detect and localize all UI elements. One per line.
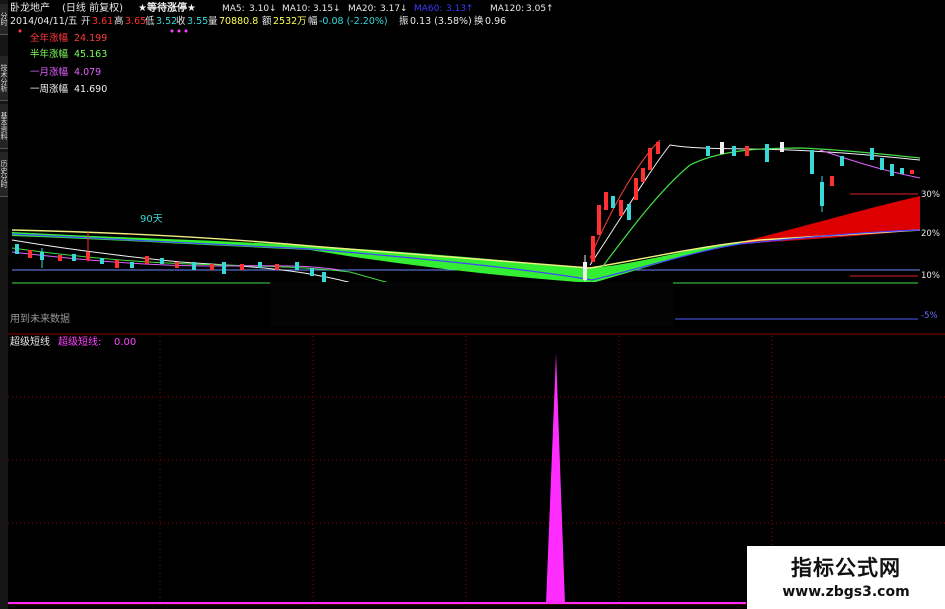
svg-text:低: 低	[145, 15, 155, 27]
svg-text:4.079: 4.079	[74, 67, 101, 78]
svg-text:3.10↓: 3.10↓	[249, 4, 277, 14]
svg-text:半年涨幅: 半年涨幅	[30, 48, 69, 60]
svg-text:额: 额	[262, 15, 272, 27]
svg-text:3.61: 3.61	[92, 16, 113, 27]
pct-30-label: 30%	[921, 190, 940, 200]
svg-text:45.163: 45.163	[74, 49, 107, 60]
indicator-title: ★等待涨停★	[138, 1, 196, 14]
svg-text:0.13 (3.58%): 0.13 (3.58%)	[410, 16, 472, 27]
svg-text:一月涨幅: 一月涨幅	[30, 66, 69, 78]
ma-ribbon-red	[740, 196, 920, 244]
stock-name: 卧龙地产	[10, 1, 50, 14]
mask-bottom-middle	[270, 282, 673, 326]
svg-text:0.96: 0.96	[485, 16, 506, 27]
return-legend: 全年涨幅 24.199 半年涨幅 45.163 一月涨幅 4.079 一周涨幅 …	[30, 32, 107, 95]
lower-panel-value: 0.00	[114, 337, 136, 348]
lower-panel-series-label: 超级短线:	[58, 335, 101, 348]
svg-text:3.55: 3.55	[187, 16, 208, 27]
pct-neg-label: -5%	[921, 311, 938, 321]
watermark-url: www.zbgs3.com	[782, 584, 910, 600]
watermark: 指标公式网 www.zbgs3.com	[747, 546, 945, 609]
ma-readouts: MA5: 3.10↓ MA10: 3.15↓ MA20: 3.17↓ MA60:…	[222, 4, 554, 14]
svg-text:MA10:: MA10:	[282, 4, 310, 14]
svg-text:幅: 幅	[308, 15, 318, 27]
svg-text:振: 振	[399, 15, 409, 27]
svg-text:-0.08 (-2.20%): -0.08 (-2.20%)	[319, 16, 388, 27]
svg-text:全年涨幅: 全年涨幅	[30, 32, 69, 44]
svg-text:2014/04/11/五: 2014/04/11/五	[10, 16, 77, 27]
watermark-title: 指标公式网	[791, 556, 901, 580]
svg-text:3.13↑: 3.13↑	[446, 4, 474, 14]
ma-line-white-right	[589, 144, 921, 266]
period-label: (日线 前复权)	[62, 1, 123, 14]
svg-text:2532万: 2532万	[273, 16, 307, 27]
pct-20-label: 20%	[921, 229, 940, 239]
svg-text:41.690: 41.690	[74, 84, 107, 95]
svg-text:高: 高	[114, 15, 124, 27]
svg-text:MA120:: MA120:	[490, 4, 524, 14]
quote-line: 2014/04/11/五 开 3.61 高 3.65 低 3.52 收 3.55…	[10, 15, 506, 27]
kline-chart[interactable]: 卧龙地产 (日线 前复权) ★等待涨停★ MA5: 3.10↓ MA10: 3.…	[0, 0, 945, 609]
svg-text:24.199: 24.199	[74, 33, 107, 44]
svg-text:一周涨幅: 一周涨幅	[30, 83, 69, 95]
mask-top-right	[535, 0, 945, 140]
svg-text:开: 开	[81, 16, 91, 27]
svg-text:MA60:: MA60:	[414, 4, 442, 14]
lower-panel-title: 超级短线	[10, 335, 50, 348]
svg-text:收: 收	[176, 15, 186, 27]
pct-10-label: 10%	[921, 271, 940, 281]
svg-text:MA5:: MA5:	[222, 4, 245, 14]
days-90-label: 90天	[140, 214, 163, 225]
svg-text:量: 量	[208, 16, 218, 27]
svg-text:MA20:: MA20:	[348, 4, 376, 14]
svg-text:3.52: 3.52	[156, 16, 177, 27]
svg-text:3.65: 3.65	[125, 16, 146, 27]
svg-text:3.15↓: 3.15↓	[313, 4, 341, 14]
svg-text:3.05↑: 3.05↑	[526, 4, 554, 14]
super-short-signal-spike	[546, 353, 565, 604]
svg-text:70880.8: 70880.8	[219, 16, 258, 27]
svg-text:换: 换	[474, 15, 484, 27]
svg-text:3.17↓: 3.17↓	[380, 4, 408, 14]
future-data-label: 用到未来数据	[10, 312, 70, 325]
